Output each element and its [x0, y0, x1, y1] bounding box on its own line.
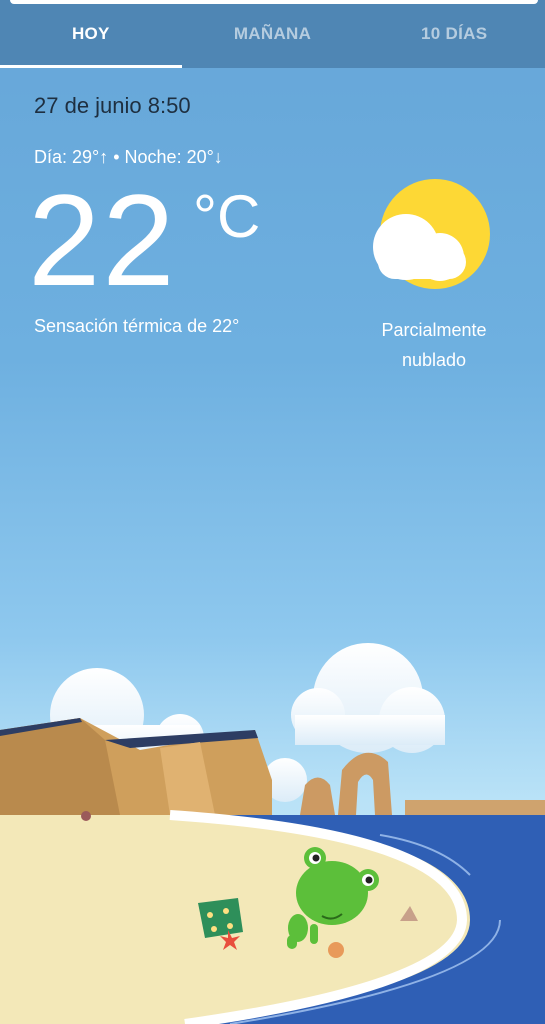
- weather-condition: Parcialmente nublado: [355, 315, 513, 375]
- tab-tomorrow[interactable]: MAÑANA: [182, 0, 364, 68]
- partly-cloudy-icon: [373, 179, 490, 289]
- feels-like: Sensación térmica de 22°: [34, 316, 240, 336]
- tab-10-days[interactable]: 10 DÍAS: [363, 0, 545, 68]
- date-time: 27 de junio 8:50: [34, 93, 191, 118]
- condition-line-2: nublado: [401, 350, 467, 370]
- beach-illustration: [0, 643, 545, 1024]
- day-night-temperatures: Día: 29°↑ • Noche: 20°↓: [34, 147, 223, 167]
- tab-tomorrow-label: MAÑANA: [233, 24, 312, 43]
- tab-10-days-label: 10 DÍAS: [421, 24, 488, 43]
- tab-bar: HOY MAÑANA 10 DÍAS: [0, 0, 545, 68]
- tab-today[interactable]: HOY: [0, 0, 182, 68]
- shell-icon: [328, 942, 344, 958]
- tab-today-label: HOY: [71, 24, 110, 43]
- current-temperature: 22: [28, 167, 177, 313]
- temperature-unit: °C: [193, 183, 261, 250]
- condition-line-1: Parcialmente: [381, 320, 487, 340]
- active-tab-indicator: [0, 65, 182, 68]
